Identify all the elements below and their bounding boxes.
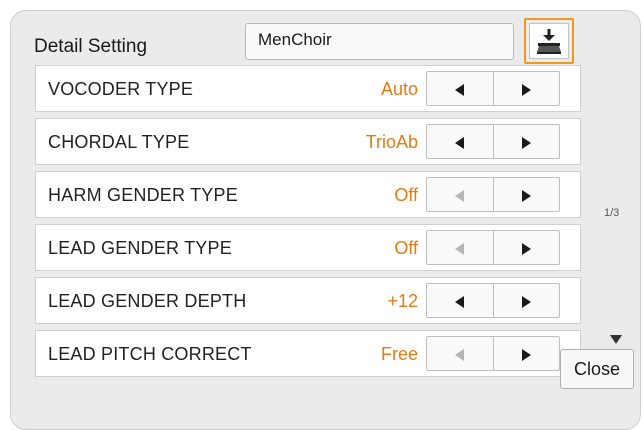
param-label: LEAD GENDER TYPE [48, 238, 232, 258]
increment-button[interactable] [492, 231, 560, 264]
param-label: VOCODER TYPE [48, 79, 194, 99]
arrow-left-icon [455, 137, 464, 149]
param-row-chordal-type[interactable]: CHORDAL TYPE TrioAb [35, 118, 581, 165]
arrow-right-icon [521, 296, 531, 308]
value-stepper [426, 124, 560, 159]
param-value: Auto [380, 79, 418, 99]
arrow-left-icon [455, 243, 464, 255]
arrow-right-icon [521, 190, 531, 202]
save-icon [537, 29, 561, 54]
param-row-lead-gender-type[interactable]: LEAD GENDER TYPE Off [35, 224, 581, 271]
param-label: LEAD GENDER DEPTH [48, 291, 247, 311]
arrow-left-icon [455, 190, 464, 202]
param-label: LEAD PITCH CORRECT [48, 344, 252, 364]
param-value: TrioAb [365, 132, 418, 152]
param-row-lead-gender-depth[interactable]: LEAD GENDER DEPTH +12 [35, 277, 581, 324]
arrow-left-icon [455, 84, 464, 96]
decrement-button[interactable] [427, 231, 493, 264]
param-value: Free [380, 344, 418, 364]
decrement-button[interactable] [427, 337, 493, 370]
decrement-button[interactable] [427, 284, 493, 317]
param-value: +12 [387, 291, 418, 311]
save-button[interactable] [524, 18, 574, 64]
increment-button[interactable] [492, 125, 560, 158]
arrow-right-icon [521, 137, 531, 149]
increment-button[interactable] [492, 284, 560, 317]
param-label: CHORDAL TYPE [48, 132, 190, 152]
decrement-button[interactable] [427, 72, 493, 105]
increment-button[interactable] [492, 72, 560, 105]
arrow-right-icon [521, 243, 531, 255]
value-stepper [426, 336, 560, 371]
page-title: Detail Setting [34, 36, 148, 57]
arrow-right-icon [521, 349, 531, 361]
value-stepper [426, 283, 560, 318]
value-stepper [426, 177, 560, 212]
save-button-face [529, 23, 569, 59]
param-label: HARM GENDER TYPE [48, 185, 238, 205]
value-stepper [426, 71, 560, 106]
value-stepper [426, 230, 560, 265]
increment-button[interactable] [492, 178, 560, 211]
arrow-right-icon [521, 84, 531, 96]
arrow-left-icon [455, 296, 464, 308]
decrement-button[interactable] [427, 178, 493, 211]
param-row-harm-gender-type[interactable]: HARM GENDER TYPE Off [35, 171, 581, 218]
param-row-vocoder-type[interactable]: VOCODER TYPE Auto [35, 65, 581, 112]
close-button[interactable]: Close [560, 349, 634, 389]
param-row-lead-pitch-correct[interactable]: LEAD PITCH CORRECT Free [35, 330, 581, 377]
decrement-button[interactable] [427, 125, 493, 158]
parameter-list: VOCODER TYPE Auto CHORDAL TYPE TrioAb HA… [35, 65, 581, 383]
preset-name-field[interactable]: MenChoir [245, 23, 514, 60]
param-value: Off [394, 238, 418, 258]
page-indicator: 1/3 [604, 207, 620, 219]
increment-button[interactable] [492, 337, 560, 370]
param-value: Off [394, 185, 418, 205]
scroll-down-icon[interactable] [610, 335, 622, 344]
arrow-left-icon [455, 349, 464, 361]
